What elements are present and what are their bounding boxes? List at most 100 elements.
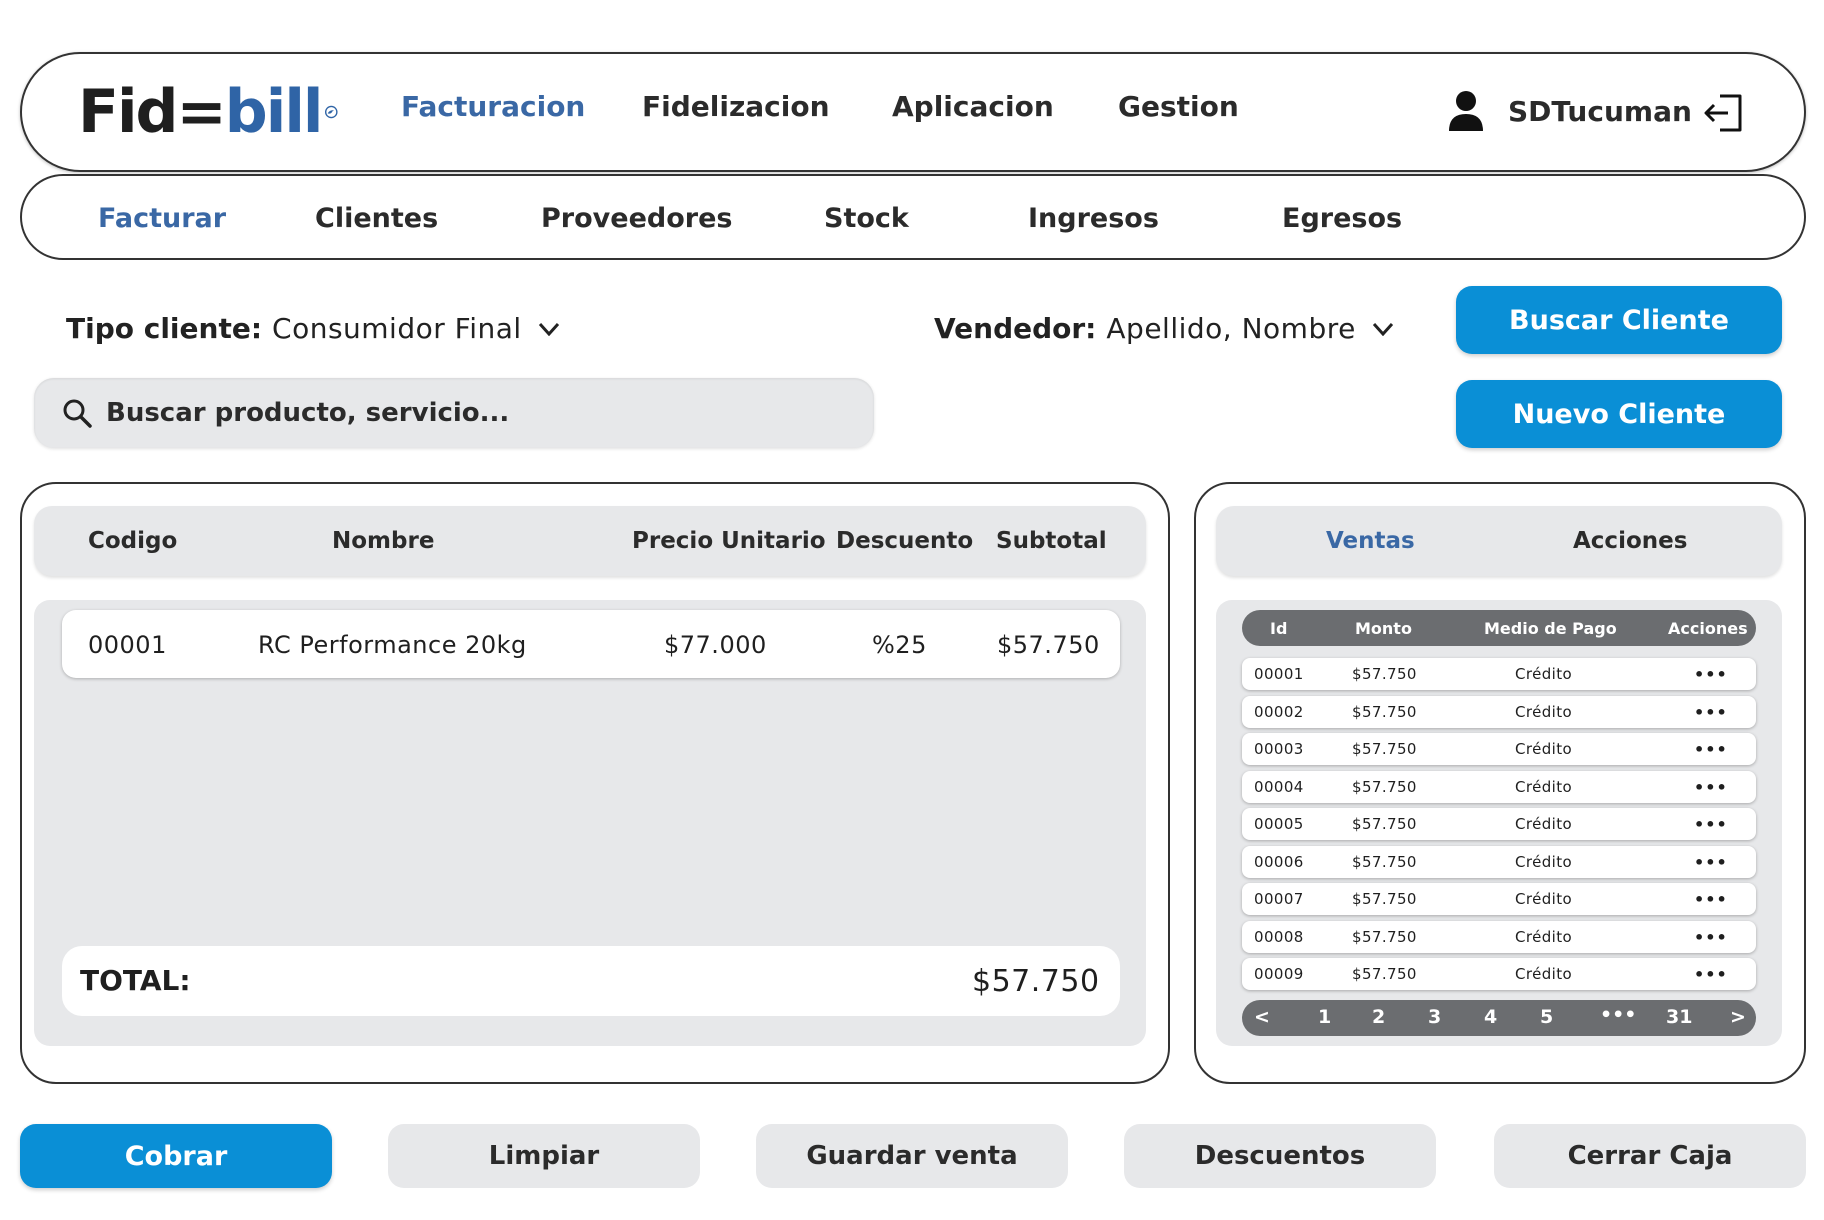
total-row (62, 946, 1120, 1016)
topnav-aplicacion[interactable]: Aplicacion (892, 90, 1054, 123)
pagination-prev[interactable]: < (1254, 1006, 1270, 1028)
sales-id: 00006 (1254, 853, 1304, 871)
more-icon[interactable]: ••• (1694, 965, 1728, 984)
topnav-fidelizacion[interactable]: Fidelizacion (642, 90, 830, 123)
table-row[interactable] (1242, 958, 1756, 990)
pagination-page-5[interactable]: 5 (1540, 1006, 1553, 1028)
logo-text-eq: = (176, 77, 227, 147)
sales-id: 00005 (1254, 815, 1304, 833)
table-row[interactable] (1242, 658, 1756, 690)
cerrar-caja-button[interactable]: Cerrar Caja (1494, 1124, 1806, 1188)
sales-monto: $57.750 (1352, 890, 1417, 908)
tipo-cliente-label: Tipo cliente: (66, 312, 263, 345)
table-row[interactable] (1242, 771, 1756, 803)
subnav-ingresos[interactable]: Ingresos (1028, 203, 1159, 234)
col-nombre: Nombre (332, 528, 435, 554)
sales-id: 00002 (1254, 703, 1304, 721)
sales-medio-pago: Crédito (1515, 928, 1573, 946)
buscar-cliente-button[interactable]: Buscar Cliente (1456, 286, 1782, 354)
pagination-next[interactable]: > (1730, 1006, 1746, 1028)
pagination-page-31[interactable]: 31 (1666, 1006, 1692, 1028)
subnav-egresos[interactable]: Egresos (1282, 203, 1402, 234)
subnav-clientes[interactable]: Clientes (315, 203, 438, 234)
sales-monto: $57.750 (1352, 778, 1417, 796)
chevron-down-icon (538, 322, 559, 336)
col-monto: Monto (1355, 619, 1412, 638)
subnav-proveedores[interactable]: Proveedores (541, 203, 732, 234)
more-icon[interactable]: ••• (1694, 665, 1728, 684)
sales-medio-pago: Crédito (1515, 703, 1573, 721)
more-icon[interactable]: ••• (1694, 853, 1728, 872)
more-icon[interactable]: ••• (1694, 740, 1728, 759)
more-icon[interactable]: ••• (1694, 928, 1728, 947)
table-row[interactable] (1242, 808, 1756, 840)
row-precio: $77.000 (664, 631, 767, 659)
search-input[interactable]: Buscar producto, servicio... (106, 398, 509, 428)
logout-icon[interactable] (1704, 92, 1746, 134)
guardar-venta-button[interactable]: Guardar venta (756, 1124, 1068, 1188)
fidebill-logo[interactable]: Fid=bill (78, 72, 338, 152)
sales-monto: $57.750 (1352, 815, 1417, 833)
col-precio-unitario: Precio Unitario (632, 528, 826, 554)
col-subtotal: Subtotal (996, 528, 1107, 554)
vendedor-value: Apellido, Nombre (1106, 312, 1356, 345)
user-icon (1449, 91, 1483, 131)
pagination-ellipsis: ••• (1600, 1004, 1637, 1026)
sales-medio-pago: Crédito (1515, 853, 1573, 871)
table-row[interactable] (62, 610, 1120, 678)
total-value: $57.750 (972, 964, 1100, 999)
sales-monto: $57.750 (1352, 703, 1417, 721)
vendedor-select[interactable]: Vendedor: Apellido, Nombre (934, 312, 1394, 345)
tab-acciones[interactable]: Acciones (1573, 528, 1687, 554)
tipo-cliente-select[interactable]: Tipo cliente: Consumidor Final (66, 312, 560, 345)
more-icon[interactable]: ••• (1694, 778, 1728, 797)
table-row[interactable] (1242, 921, 1756, 953)
pagination-page-2[interactable]: 2 (1372, 1006, 1385, 1028)
row-descuento: %25 (872, 631, 927, 659)
table-row[interactable] (1242, 733, 1756, 765)
subnav-facturar[interactable]: Facturar (98, 203, 226, 234)
nuevo-cliente-button[interactable]: Nuevo Cliente (1456, 380, 1782, 448)
tipo-cliente-value: Consumidor Final (272, 312, 522, 345)
sales-medio-pago: Crédito (1515, 965, 1573, 983)
sales-id: 00004 (1254, 778, 1304, 796)
pagination-page-1[interactable]: 1 (1318, 1006, 1331, 1028)
col-acciones: Acciones (1668, 619, 1748, 638)
sub-navbar (20, 174, 1806, 260)
sales-monto: $57.750 (1352, 853, 1417, 871)
search-icon (63, 399, 92, 428)
more-icon[interactable]: ••• (1694, 815, 1728, 834)
table-row[interactable] (1242, 883, 1756, 915)
sales-id: 00009 (1254, 965, 1304, 983)
sales-monto: $57.750 (1352, 665, 1417, 683)
topnav-gestion[interactable]: Gestion (1118, 90, 1239, 123)
more-icon[interactable]: ••• (1694, 703, 1728, 722)
product-search[interactable]: Buscar producto, servicio... (34, 378, 874, 448)
descuentos-button[interactable]: Descuentos (1124, 1124, 1436, 1188)
bird-logo-icon (325, 105, 338, 119)
row-subtotal: $57.750 (997, 631, 1100, 659)
sales-monto: $57.750 (1352, 928, 1417, 946)
user-name: SDTucuman (1508, 94, 1692, 128)
sales-id: 00001 (1254, 665, 1304, 683)
total-label: TOTAL: (80, 964, 191, 997)
user-menu[interactable]: SDTucuman (1448, 90, 1692, 132)
pagination-page-3[interactable]: 3 (1428, 1006, 1441, 1028)
subnav-stock[interactable]: Stock (824, 203, 909, 234)
tab-ventas[interactable]: Ventas (1326, 528, 1415, 554)
table-row[interactable] (1242, 846, 1756, 878)
table-row[interactable] (1242, 696, 1756, 728)
topnav-facturacion[interactable]: Facturacion (401, 90, 585, 123)
sales-id: 00007 (1254, 890, 1304, 908)
more-icon[interactable]: ••• (1694, 890, 1728, 909)
col-descuento: Descuento (836, 528, 974, 554)
sales-tabs (1216, 506, 1782, 576)
col-codigo: Codigo (88, 528, 178, 554)
sales-monto: $57.750 (1352, 740, 1417, 758)
sales-monto: $57.750 (1352, 965, 1417, 983)
pagination-page-4[interactable]: 4 (1484, 1006, 1497, 1028)
sales-medio-pago: Crédito (1515, 890, 1573, 908)
cobrar-button[interactable]: Cobrar (20, 1124, 332, 1188)
limpiar-button[interactable]: Limpiar (388, 1124, 700, 1188)
sales-medio-pago: Crédito (1515, 665, 1573, 683)
